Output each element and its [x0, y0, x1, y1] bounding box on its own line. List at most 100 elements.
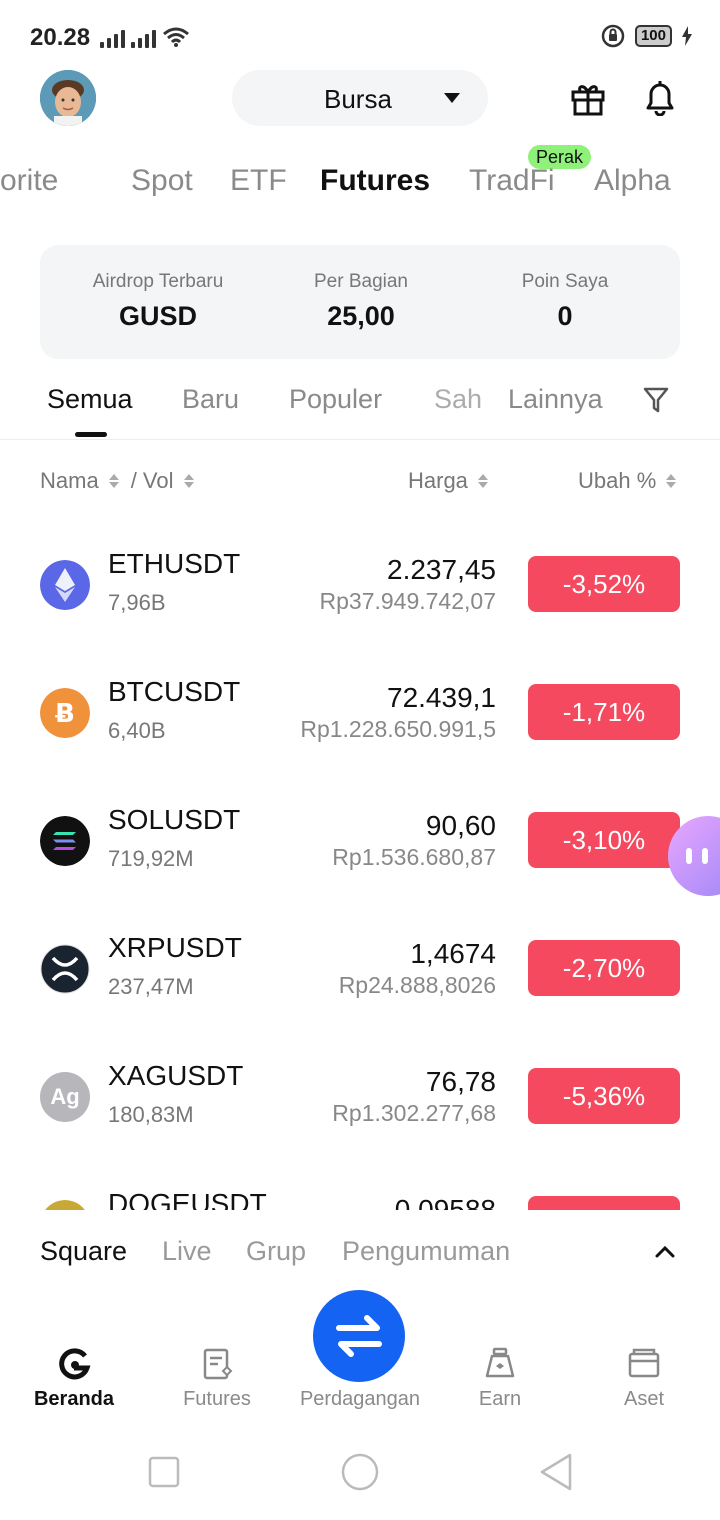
last-price: 72.439,1 [387, 682, 496, 713]
market-row-xrp[interactable]: XRPUSDT 237,47M 1,4674 Rp24.888,8026 -2,… [0, 904, 720, 1032]
column-vol-label[interactable]: / Vol [131, 468, 174, 494]
column-header-change[interactable]: Ubah % [578, 468, 677, 494]
column-header-name[interactable]: Nama / Vol [40, 468, 194, 494]
back-triangle-icon[interactable] [538, 1452, 574, 1492]
airdrop-per-share: Per Bagian 25,00 [261, 245, 461, 332]
ethereum-icon [40, 560, 90, 610]
sort-icon [477, 474, 488, 488]
tab-spot[interactable]: Spot [131, 164, 193, 198]
signal-indicators [100, 26, 190, 48]
last-price: 2.237,45 [387, 554, 496, 585]
chevron-up-icon[interactable] [654, 1244, 676, 1258]
filter-tab-all[interactable]: Semua [47, 384, 133, 415]
column-header-price[interactable]: Harga [408, 468, 488, 494]
tab-etf[interactable]: ETF [230, 164, 287, 198]
change-badge[interactable]: -3,52% [528, 556, 680, 612]
price-idr: Rp1.228.650.991,5 [300, 716, 496, 742]
market-row-sol[interactable]: SOLUSDT 719,92M 90,60 Rp1.536.680,87 -3,… [0, 776, 720, 904]
exchange-selector[interactable]: Bursa [232, 70, 488, 126]
recent-apps-icon[interactable] [148, 1456, 180, 1488]
pair-name: SOLUSDT [108, 804, 241, 835]
pair-name: XAGUSDT [108, 1060, 244, 1091]
filter-tab-more[interactable]: Lainnya [508, 384, 603, 415]
market-list: ETHUSDT 7,96B 2.237,45 Rp37.949.742,07 -… [0, 520, 720, 1210]
airdrop-per-share-label: Per Bagian [313, 271, 408, 292]
airdrop-points-label: Poin Saya [521, 271, 609, 292]
category-tabs: orite Spot ETF Futures TradFi Alpha [0, 164, 720, 214]
airdrop-per-share-value: 25,00 [327, 301, 395, 331]
change-badge[interactable]: -5,36% [528, 1068, 680, 1124]
rotation-lock-icon [601, 24, 625, 48]
pair-name: ETHUSDT [108, 548, 241, 579]
pair-volume: 180,83M [108, 1102, 194, 1127]
change-badge[interactable]: -1,71% [528, 684, 680, 740]
avatar[interactable] [40, 70, 96, 126]
tab-favorite[interactable]: orite [0, 164, 58, 198]
wallet-icon [628, 1348, 660, 1378]
column-price-label: Harga [408, 468, 468, 493]
airdrop-latest-label: Airdrop Terbaru [92, 271, 224, 292]
pair-name: DOGEUSDT [108, 1188, 267, 1210]
airdrop-card[interactable]: Airdrop Terbaru GUSD Per Bagian 25,00 Po… [40, 245, 680, 359]
nav-home-label: Beranda [33, 1388, 115, 1410]
feed-tabs: Square Live Grup Pengumuman [0, 1210, 720, 1290]
feed-tab-group[interactable]: Grup [246, 1236, 306, 1267]
last-price: 90,60 [425, 810, 496, 841]
airdrop-latest-value: GUSD [118, 301, 197, 331]
filter-tab-stocks[interactable]: Sah [434, 384, 490, 415]
filter-tab-popular[interactable]: Populer [289, 384, 382, 415]
last-price: 76,78 [425, 1066, 496, 1097]
battery-indicator: 100 [634, 25, 672, 47]
feed-tab-live[interactable]: Live [162, 1236, 212, 1267]
active-tab-indicator [75, 432, 107, 437]
nav-assets-label: Aset [623, 1388, 665, 1410]
pair-volume: 6,40B [108, 718, 166, 743]
nav-earn[interactable]: Earn [430, 1290, 570, 1420]
change-badge[interactable]: -3,10% [528, 812, 680, 868]
nav-assets[interactable]: Aset [574, 1290, 714, 1420]
price-idr: Rp24.888,8026 [338, 972, 496, 998]
tab-alpha[interactable]: Alpha [594, 164, 671, 198]
change-badge[interactable]: -2,70% [528, 940, 680, 996]
gift-icon[interactable] [570, 80, 606, 116]
airdrop-points: Poin Saya 0 [465, 245, 665, 332]
home-circle-icon[interactable] [340, 1452, 380, 1492]
market-row-xag[interactable]: Ag XAGUSDT 180,83M 76,78 Rp1.302.277,68 … [0, 1032, 720, 1160]
charging-icon [682, 26, 692, 46]
futures-doc-icon [203, 1348, 233, 1380]
bell-icon[interactable] [642, 78, 678, 116]
filter-tab-new[interactable]: Baru [182, 384, 239, 415]
solana-icon [40, 816, 90, 866]
tab-futures[interactable]: Futures [320, 164, 430, 198]
pair-name: XRPUSDT [108, 932, 242, 963]
home-logo-icon [59, 1348, 91, 1380]
nav-earn-label: Earn [478, 1388, 522, 1410]
nav-home[interactable]: Beranda [4, 1290, 144, 1420]
dogecoin-icon [45, 1200, 85, 1210]
nav-futures[interactable]: Futures [147, 1290, 287, 1420]
signal-icon [131, 28, 156, 48]
airdrop-latest: Airdrop Terbaru GUSD [58, 245, 258, 332]
feed-tab-square[interactable]: Square [40, 1236, 127, 1267]
change-badge[interactable] [528, 1196, 680, 1210]
bubble-eye [686, 848, 692, 864]
market-row-eth[interactable]: ETHUSDT 7,96B 2.237,45 Rp37.949.742,07 -… [0, 520, 720, 648]
system-nav-bar [0, 1420, 720, 1520]
price-idr: Rp1.536.680,87 [332, 844, 496, 870]
filter-icon[interactable] [643, 386, 669, 414]
feed-tab-announcements[interactable]: Pengumuman [342, 1236, 510, 1267]
market-row-doge[interactable]: DOGEUSDT 0,09588 [0, 1160, 720, 1210]
sort-icon [183, 474, 194, 488]
bubble-eye [702, 848, 708, 864]
filter-tabs: Semua Baru Populer Sah Lainnya [0, 380, 720, 440]
market-row-btc[interactable]: Ƀ BTCUSDT 6,40B 72.439,1 Rp1.228.650.991… [0, 648, 720, 776]
tab-tradfi[interactable]: TradFi [469, 164, 555, 198]
trade-button[interactable] [313, 1290, 405, 1382]
wifi-icon [163, 27, 189, 47]
nav-trade-label[interactable]: Perdagangan [270, 1388, 450, 1411]
pair-volume: 7,96B [108, 590, 166, 615]
sort-icon [666, 474, 677, 488]
silver-icon: Ag [40, 1072, 90, 1122]
column-change-label: Ubah % [578, 468, 657, 493]
earn-jar-icon [485, 1347, 515, 1378]
